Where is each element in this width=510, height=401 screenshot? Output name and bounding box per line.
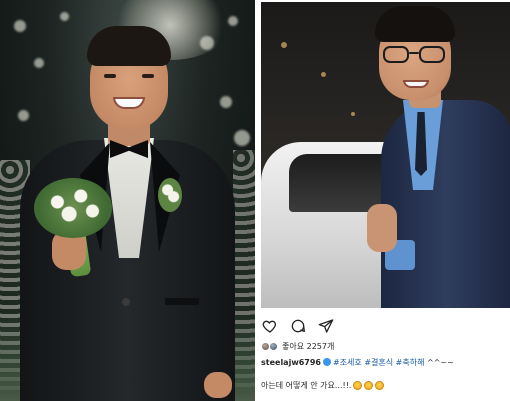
likes-count: 좋아요 2257개 bbox=[282, 342, 335, 351]
bokeh-light bbox=[60, 12, 69, 21]
emoji-icon bbox=[353, 381, 363, 390]
bokeh-light bbox=[18, 110, 29, 121]
hair bbox=[375, 6, 455, 42]
comment: 아는데 어떻게 안 가요...!!. bbox=[261, 380, 385, 391]
post-photo[interactable] bbox=[261, 2, 510, 308]
background-light bbox=[281, 42, 287, 48]
hashtag[interactable]: #축하해 bbox=[396, 358, 425, 367]
hashtag[interactable]: #결혼식 bbox=[364, 358, 393, 367]
emoji-icon bbox=[364, 381, 374, 390]
bokeh-light bbox=[220, 96, 232, 108]
verified-badge-icon bbox=[322, 358, 331, 366]
background-light bbox=[321, 72, 326, 77]
background-light bbox=[351, 112, 355, 116]
likes-row[interactable]: 좋아요 2257개 bbox=[261, 341, 334, 352]
jacket-button bbox=[122, 298, 130, 306]
smile bbox=[403, 80, 429, 88]
jacket-pocket bbox=[165, 298, 199, 305]
hair bbox=[87, 26, 171, 66]
eye bbox=[104, 74, 116, 78]
bokeh-light bbox=[34, 58, 44, 68]
username[interactable]: steelajw6796 bbox=[261, 358, 321, 367]
instagram-post: 좋아요 2257개 steelajw6796 #조세호 #결혼식 #축하해 ^^~… bbox=[255, 0, 510, 401]
boutonniere bbox=[158, 178, 182, 212]
comment-icon[interactable] bbox=[289, 317, 307, 335]
bouquet bbox=[34, 178, 112, 238]
thumbs-up-hand bbox=[367, 204, 397, 252]
bokeh-light bbox=[14, 20, 26, 32]
caption: steelajw6796 #조세호 #결혼식 #축하해 ^^~~ bbox=[261, 357, 454, 368]
liker-avatar bbox=[269, 342, 278, 351]
eye bbox=[142, 74, 154, 78]
bokeh-light bbox=[200, 36, 214, 50]
navy-suit bbox=[381, 100, 510, 308]
bokeh-light bbox=[234, 130, 250, 146]
hand bbox=[204, 372, 232, 398]
heart-icon[interactable] bbox=[261, 317, 279, 335]
comment-text: 아는데 어떻게 안 가요...!!. bbox=[261, 381, 352, 390]
bokeh-light bbox=[228, 16, 238, 26]
post-actions bbox=[261, 316, 335, 336]
share-icon[interactable] bbox=[317, 317, 335, 335]
wedding-photo bbox=[0, 0, 255, 401]
caption-tail: ^^~~ bbox=[427, 358, 454, 367]
emoji-icon bbox=[375, 381, 385, 390]
hashtag[interactable]: #조세호 bbox=[333, 358, 362, 367]
glasses bbox=[383, 46, 447, 64]
